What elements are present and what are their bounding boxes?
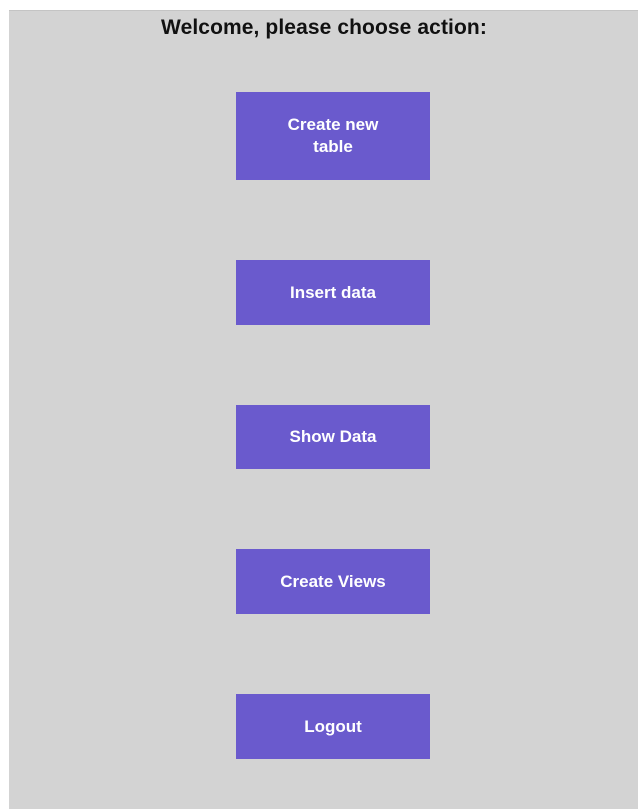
insert-data-label: Insert data bbox=[290, 282, 376, 302]
create-new-table-button[interactable]: Create new table bbox=[236, 92, 430, 180]
show-data-button[interactable]: Show Data bbox=[236, 405, 430, 469]
insert-data-button[interactable]: Insert data bbox=[236, 260, 430, 325]
logout-button[interactable]: Logout bbox=[236, 694, 430, 759]
logout-label: Logout bbox=[304, 716, 362, 736]
create-new-table-label: Create new table bbox=[287, 115, 379, 156]
show-data-label: Show Data bbox=[289, 427, 377, 446]
page-title: Welcome, please choose action: bbox=[161, 16, 487, 39]
create-views-label: Create Views bbox=[280, 571, 386, 591]
create-views-button[interactable]: Create Views bbox=[236, 549, 430, 614]
